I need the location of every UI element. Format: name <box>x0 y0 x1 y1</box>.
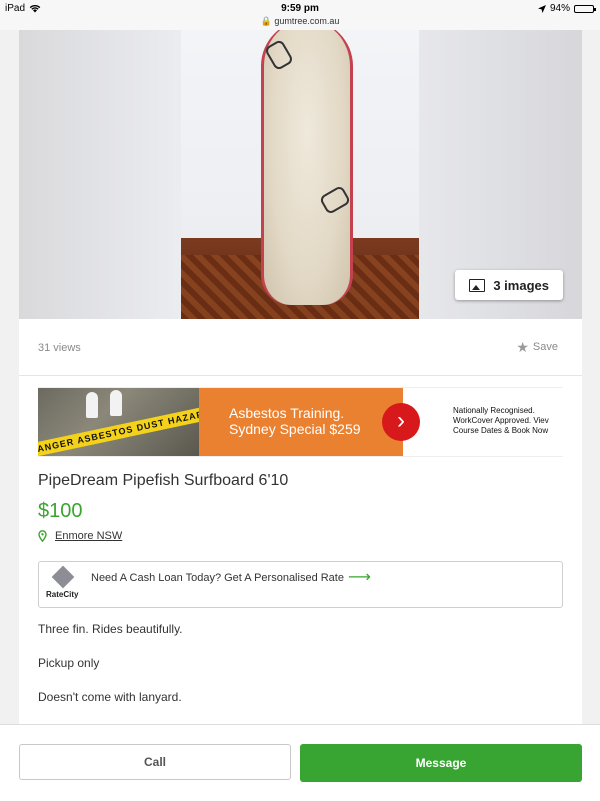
clock: 9:59 pm <box>281 3 319 14</box>
arrow-right-icon: ⟶ <box>348 569 371 586</box>
address-bar[interactable]: 🔒 gumtree.com.au <box>0 16 600 27</box>
ad-title-line1: Asbestos Training. <box>229 405 345 421</box>
battery-percent: 94% <box>549 3 570 14</box>
ratecity-logo: RateCity <box>46 565 82 603</box>
map-pin-icon <box>38 530 47 542</box>
call-button[interactable]: Call <box>19 744 291 780</box>
listing-title: PipeDream Pipefish Surfboard 6'10 <box>38 472 289 489</box>
ad-photo: DANGER ASBESTOS DUST HAZARD <box>38 388 199 456</box>
listing-price: $100 <box>38 500 83 522</box>
url-text: gumtree.com.au <box>274 16 340 26</box>
battery-icon <box>574 4 596 13</box>
image-icon <box>469 278 486 292</box>
ad-body-text: Nationally Recognised. WorkCover Approve… <box>453 406 549 436</box>
action-bar: Call Message <box>0 724 600 801</box>
ratecity-logo-icon <box>51 565 75 589</box>
ad-headline-panel: Asbestos Training. Sydney Special $259 › <box>199 388 420 456</box>
star-icon: ★ <box>516 339 529 355</box>
ratecity-brand: RateCity <box>46 590 79 599</box>
lock-icon: 🔒 <box>260 16 272 26</box>
chevron-right-icon[interactable]: › <box>382 403 420 441</box>
image-count-label: 3 images <box>493 277 549 293</box>
save-label: Save <box>532 341 558 353</box>
worker-figure <box>86 392 98 418</box>
board-logo-icon <box>263 38 295 72</box>
loan-ad[interactable]: RateCity Need A Cash Loan Today? Get A P… <box>38 561 563 608</box>
asbestos-ad-banner[interactable]: DANGER ASBESTOS DUST HAZARD Asbestos Tra… <box>38 387 563 457</box>
surfboard-photo[interactable] <box>181 30 419 319</box>
listing-photo-gallery[interactable]: 3 images <box>19 30 582 319</box>
message-button[interactable]: Message <box>300 744 582 782</box>
loan-ad-text: Need A Cash Loan Today? Get A Personalis… <box>91 572 344 584</box>
ad-text-line2: WorkCover Approved. Viev <box>453 416 549 425</box>
view-count: 31 views <box>38 342 81 354</box>
description-line: Pickup only <box>38 656 100 670</box>
listing-location[interactable]: Enmore NSW <box>38 530 122 542</box>
location-link[interactable]: Enmore NSW <box>55 530 122 542</box>
board-logo-icon <box>318 184 352 216</box>
listing-meta: 31 views ★ Save <box>19 319 582 376</box>
ad-text-line3: Course Dates & Book Now <box>453 426 549 435</box>
save-button[interactable]: ★ Save <box>516 339 558 355</box>
listing-card: 3 images 31 views ★ Save DANGER ASBESTOS… <box>19 30 582 730</box>
ad-title-line2: Sydney Special $259 <box>229 421 361 437</box>
status-bar: iPad 9:59 pm 🔒 gumtree.com.au 94% <box>0 0 600 30</box>
description-line: Doesn't come with lanyard. <box>38 690 182 704</box>
worker-figure <box>110 390 122 416</box>
image-count-button[interactable]: 3 images <box>455 270 563 300</box>
description-line: Three fin. Rides beautifully. <box>38 622 183 636</box>
location-arrow-icon <box>537 4 546 13</box>
surfboard <box>261 30 353 305</box>
ad-text-line1: Nationally Recognised. <box>453 406 535 415</box>
